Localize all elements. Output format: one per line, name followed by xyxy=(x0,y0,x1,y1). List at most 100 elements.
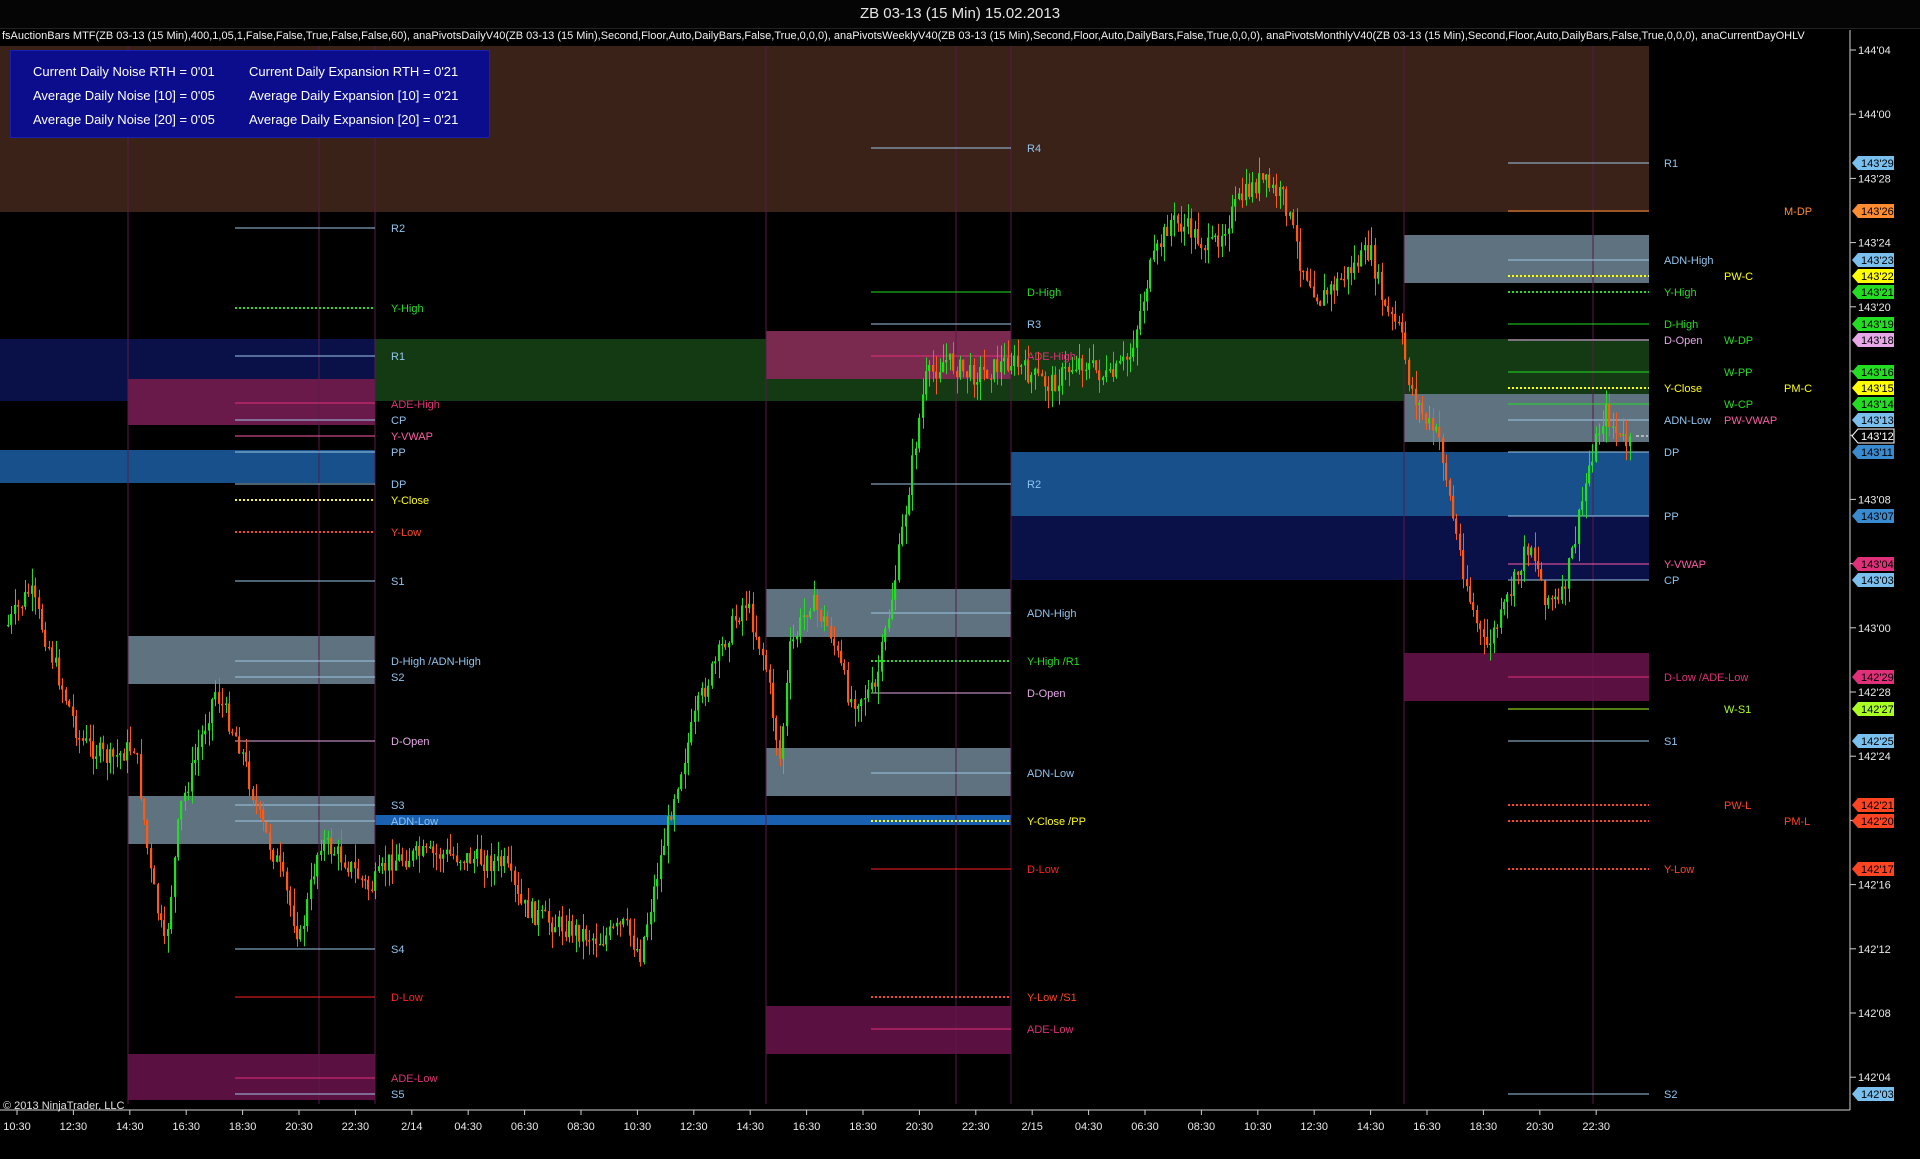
candle-body xyxy=(993,359,996,380)
candle-body xyxy=(857,705,860,709)
label-s2-r4: R4 xyxy=(1027,143,1041,155)
candle-body xyxy=(483,864,486,871)
dp-zone-s3 xyxy=(1011,452,1649,516)
candle-body xyxy=(782,726,785,759)
candle-body xyxy=(1146,288,1149,302)
candle-body xyxy=(813,595,816,611)
price-tag-label: 143'18 xyxy=(1861,335,1894,347)
candle-body xyxy=(1598,433,1601,436)
candle-body xyxy=(1364,245,1367,251)
zones-layer xyxy=(0,46,1649,1100)
candle-body xyxy=(1449,480,1452,496)
candle-body xyxy=(1564,586,1567,589)
candle-body xyxy=(1238,193,1241,199)
candle-body xyxy=(1156,243,1159,251)
candle-body xyxy=(68,700,71,707)
label-s3-pm-l: PM-L xyxy=(1784,816,1810,828)
candle-body xyxy=(1245,183,1248,201)
candle-body xyxy=(187,791,190,794)
candle-body xyxy=(493,861,496,872)
label-s3-r1: R1 xyxy=(1664,158,1678,170)
candle-body xyxy=(694,710,697,723)
candle-body xyxy=(1316,297,1319,302)
candle-body xyxy=(789,641,792,683)
candle-body xyxy=(208,723,211,731)
price-axis[interactable]: 144'04 144'00 143'28 143'24 143'20 143'16 143'… xyxy=(1849,30,1895,1110)
candle-body xyxy=(1282,187,1285,190)
candle-body xyxy=(391,854,394,871)
candle-body xyxy=(55,657,58,663)
candle-body xyxy=(24,592,27,607)
candle-body xyxy=(1017,355,1020,367)
candle-body xyxy=(704,687,707,697)
candle-body xyxy=(1078,358,1081,370)
candle-body xyxy=(31,585,34,594)
candle-body xyxy=(1411,385,1414,389)
candle-body xyxy=(867,689,870,698)
ade-low-zone-s1 xyxy=(128,1054,375,1100)
candle-body xyxy=(1398,321,1401,324)
candle-body xyxy=(1432,418,1435,431)
candle-body xyxy=(894,580,897,600)
time-axis[interactable]: 10:30 12:30 14:30 16:30 18:30 20:30 22:30 2/14 0… xyxy=(0,1109,1850,1133)
label-s1-d-high-adn-high: D-High /ADN-High xyxy=(391,656,481,668)
candle-body xyxy=(537,910,540,925)
candle-body xyxy=(803,615,806,618)
candle-body xyxy=(1513,571,1516,596)
candle-body xyxy=(1177,215,1180,224)
pivot-labels: R2 Y-High R1 ADE-High CP Y-VWAP PP DP Y-… xyxy=(391,143,1812,1101)
candle-body xyxy=(316,854,319,877)
candle-body xyxy=(531,901,534,919)
candle-body xyxy=(741,605,744,622)
candle-body xyxy=(1299,241,1302,271)
candle-body xyxy=(1224,234,1227,236)
candle-body xyxy=(1486,636,1489,645)
candle-body xyxy=(833,638,836,646)
candle-body xyxy=(820,610,823,622)
candle-body xyxy=(884,628,887,642)
time-tick-label: 06:30 xyxy=(511,1121,539,1133)
candle-body xyxy=(1211,237,1214,239)
candle-body xyxy=(1068,366,1071,373)
candle-body xyxy=(361,878,364,880)
candle-body xyxy=(415,845,418,851)
label-s2-r2: R2 xyxy=(1027,479,1041,491)
candle-body xyxy=(225,703,228,705)
candle-body xyxy=(503,855,506,867)
time-tick-label: 10:30 xyxy=(3,1121,31,1133)
candle-body xyxy=(313,876,316,880)
candle-body xyxy=(116,755,119,757)
candle-body xyxy=(554,927,557,933)
price-chart[interactable]: R2 Y-High R1 ADE-High CP Y-VWAP PP DP Y-… xyxy=(0,0,1920,1159)
candle-body xyxy=(1279,187,1282,196)
candle-body xyxy=(153,868,156,885)
candle-body xyxy=(534,901,537,925)
candle-body xyxy=(1255,182,1258,194)
candle-body xyxy=(966,371,969,378)
candle-body xyxy=(17,604,20,607)
candle-body xyxy=(677,789,680,800)
candle-body xyxy=(527,899,530,918)
candle-body xyxy=(636,949,639,951)
candle-body xyxy=(490,855,493,872)
time-tick-label: 10:30 xyxy=(624,1121,652,1133)
candle-body xyxy=(1136,329,1139,348)
candle-body xyxy=(1010,366,1013,371)
label-s3-adn-high: ADN-High xyxy=(1664,255,1714,267)
candle-body xyxy=(221,703,224,706)
candle-body xyxy=(721,644,724,646)
noise-20: Average Daily Noise [20] = 0'05 xyxy=(33,112,215,127)
candle-body xyxy=(350,862,353,873)
label-s3-pm-c: PM-C xyxy=(1784,383,1812,395)
candle-body xyxy=(1547,597,1550,606)
time-tick-label: 18:30 xyxy=(849,1121,877,1133)
candle-body xyxy=(1153,250,1156,260)
expansion-20: Average Daily Expansion [20] = 0'21 xyxy=(249,112,459,127)
candle-body xyxy=(1459,533,1462,551)
candle-body xyxy=(1149,259,1152,289)
candle-body xyxy=(109,749,112,763)
candle-body xyxy=(1088,363,1091,370)
candle-body xyxy=(1469,586,1472,603)
candle-body xyxy=(687,742,690,764)
candle-body xyxy=(578,924,581,942)
